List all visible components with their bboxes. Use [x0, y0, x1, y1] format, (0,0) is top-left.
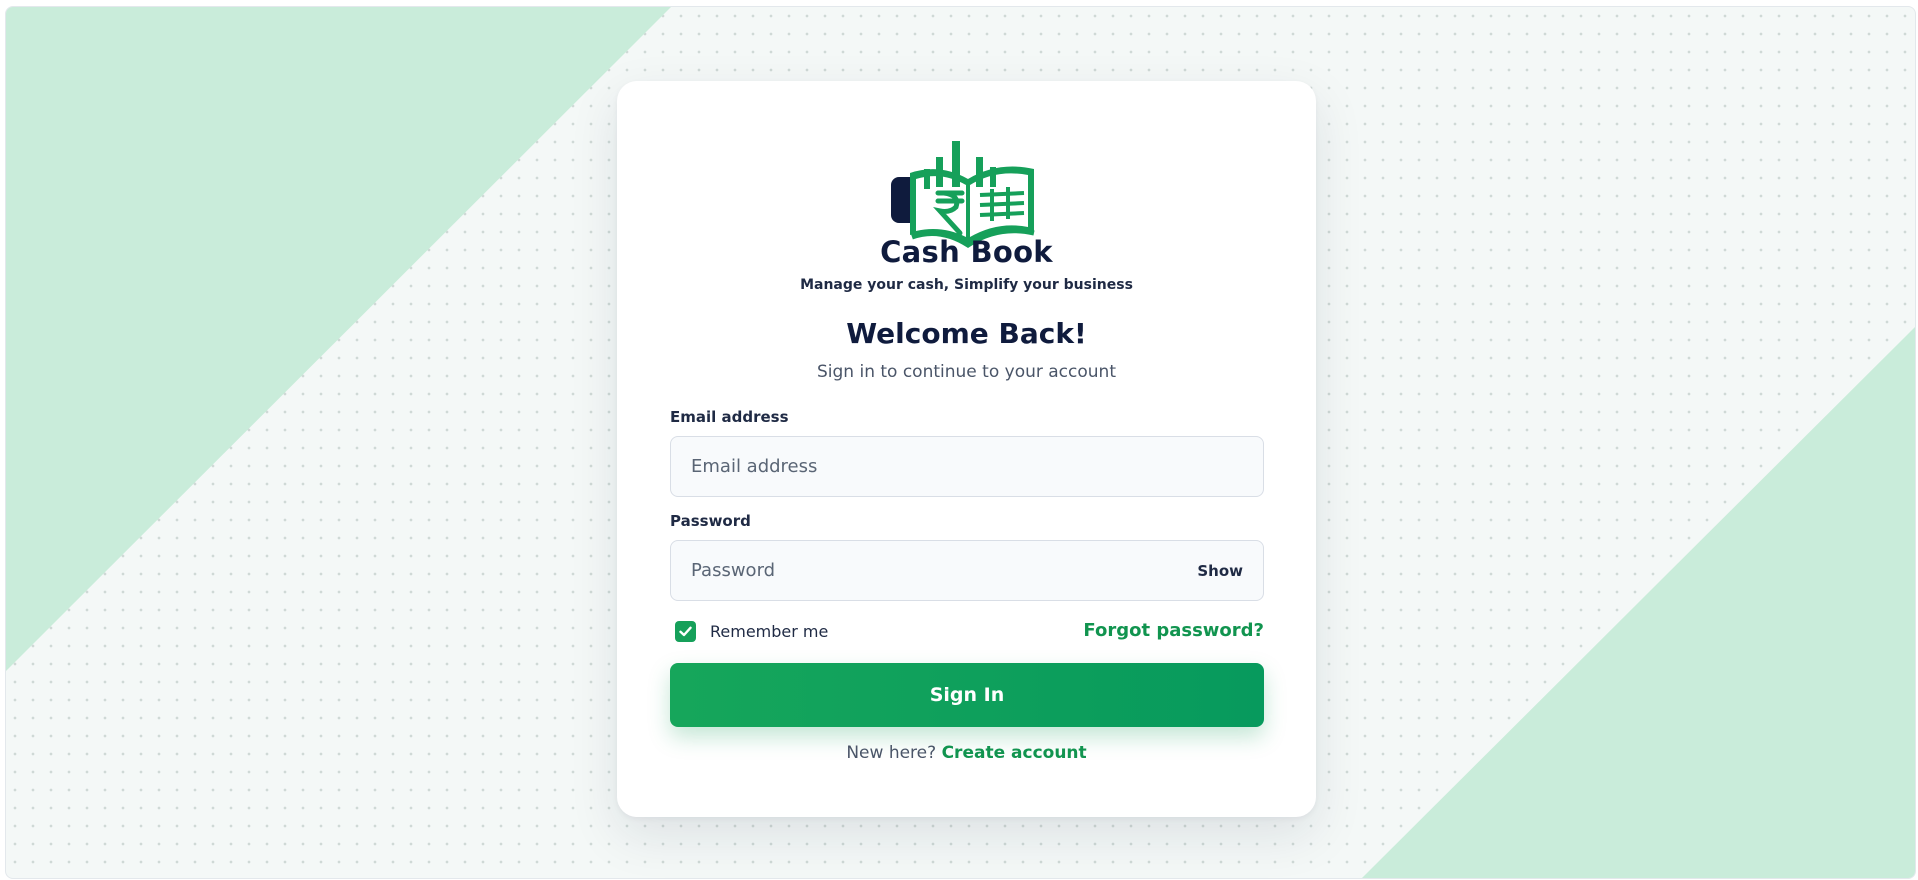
checkmark-icon: [679, 626, 692, 637]
page-background: Cash Book Manage your cash, Simplify you…: [5, 6, 1916, 879]
page-title: Welcome Back!: [846, 317, 1087, 350]
password-field-container: Show: [670, 540, 1264, 601]
brand-name: Cash Book: [880, 235, 1053, 269]
email-field[interactable]: [671, 437, 1263, 496]
create-account-link[interactable]: Create account: [942, 743, 1087, 763]
signup-prompt-text: New here?: [846, 743, 937, 763]
email-label: Email address: [670, 408, 789, 426]
signup-prompt: New here? Create account: [617, 743, 1316, 763]
password-field[interactable]: [671, 541, 1263, 600]
page-subtitle: Sign in to continue to your account: [816, 362, 1116, 382]
password-label: Password: [670, 512, 751, 530]
brand-tagline: Manage your cash, Simplify your business: [800, 277, 1133, 293]
cash-book-logo-icon: [891, 141, 1035, 248]
remember-me[interactable]: Remember me: [675, 621, 828, 642]
remember-me-label: Remember me: [710, 622, 829, 641]
show-password-button[interactable]: Show: [1197, 562, 1243, 580]
remember-me-checkbox[interactable]: [675, 621, 696, 642]
email-field-container: [670, 436, 1264, 497]
login-card: Cash Book Manage your cash, Simplify you…: [617, 81, 1316, 817]
forgot-password-link[interactable]: Forgot password?: [1083, 620, 1264, 641]
sign-in-button[interactable]: Sign In: [670, 663, 1264, 727]
